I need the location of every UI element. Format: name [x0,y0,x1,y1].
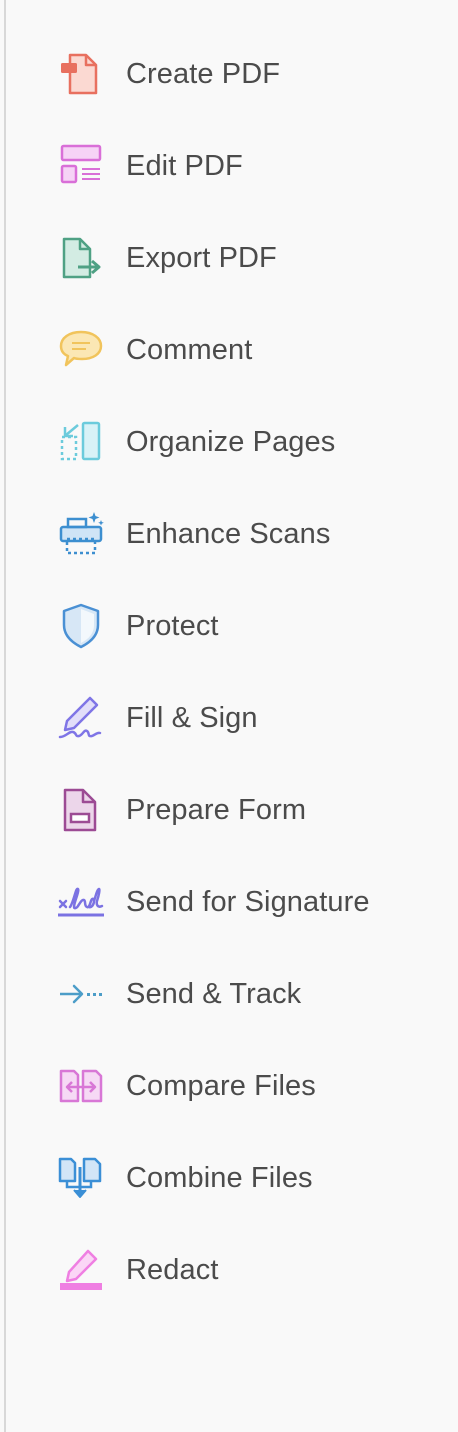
tool-comment[interactable]: Comment [0,304,458,396]
edit-pdf-icon [56,140,108,192]
tool-label: Compare Files [126,1069,316,1102]
tool-compare-files[interactable]: Compare Files [0,1040,458,1132]
tool-fill-sign[interactable]: Fill & Sign [0,672,458,764]
compare-files-icon [56,1060,108,1112]
tool-label: Export PDF [126,241,277,274]
tool-edit-pdf[interactable]: Edit PDF [0,120,458,212]
tool-label: Fill & Sign [126,701,258,734]
tool-label: Send & Track [126,977,302,1010]
tool-prepare-form[interactable]: Prepare Form [0,764,458,856]
tool-combine-files[interactable]: Combine Files [0,1132,458,1224]
combine-files-icon [56,1152,108,1204]
send-for-signature-icon [56,876,108,928]
tool-organize-pages[interactable]: Organize Pages [0,396,458,488]
tool-create-pdf[interactable]: Create PDF [0,28,458,120]
tool-label: Enhance Scans [126,517,331,550]
redact-icon [56,1244,108,1296]
tool-export-pdf[interactable]: Export PDF [0,212,458,304]
tool-label: Redact [126,1253,219,1286]
tool-label: Send for Signature [126,885,370,918]
tool-label: Edit PDF [126,149,243,182]
comment-icon [56,324,108,376]
prepare-form-icon [56,784,108,836]
fill-sign-icon [56,692,108,744]
tool-redact[interactable]: Redact [0,1224,458,1316]
tool-protect[interactable]: Protect [0,580,458,672]
tool-label: Organize Pages [126,425,336,458]
organize-pages-icon [56,416,108,468]
tools-list: Create PDF Edit PDF Export PDF Comment O… [0,28,458,1316]
tool-label: Protect [126,609,219,642]
protect-icon [56,600,108,652]
enhance-scans-icon [56,508,108,560]
tool-label: Prepare Form [126,793,307,826]
export-pdf-icon [56,232,108,284]
tool-send-for-signature[interactable]: Send for Signature [0,856,458,948]
tool-label: Create PDF [126,57,281,90]
tool-label: Combine Files [126,1161,313,1194]
send-track-icon [56,968,108,1020]
tool-enhance-scans[interactable]: Enhance Scans [0,488,458,580]
tool-send-track[interactable]: Send & Track [0,948,458,1040]
tool-label: Comment [126,333,253,366]
create-pdf-icon [56,48,108,100]
